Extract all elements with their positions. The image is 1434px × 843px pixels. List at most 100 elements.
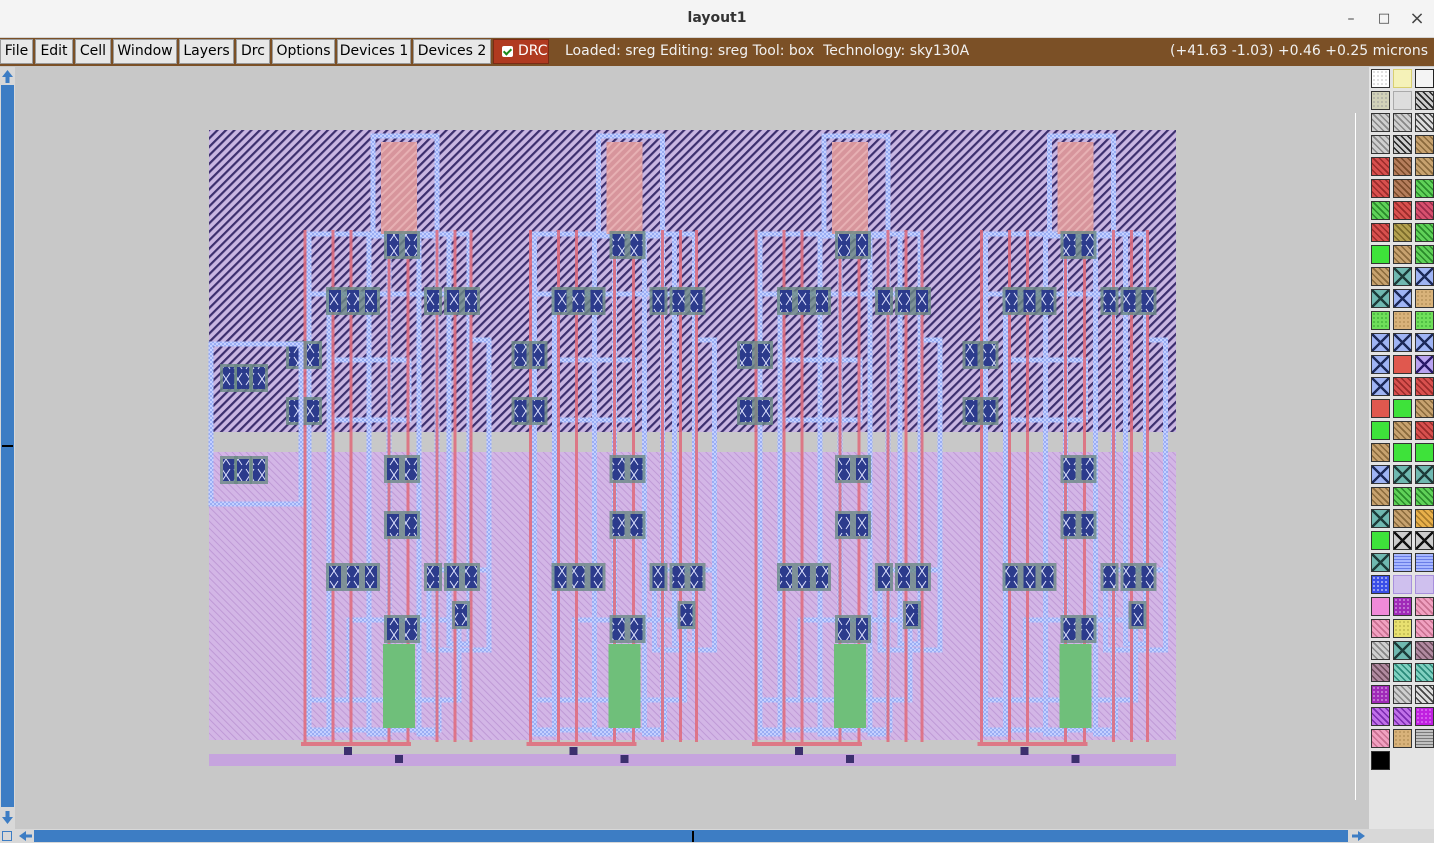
layer-swatch-red-diag[interactable] [1393,201,1412,220]
layer-swatch-green-diag[interactable] [1415,487,1434,506]
layer-swatch-green-dots[interactable] [1371,311,1390,330]
layer-swatch-tan-diag[interactable] [1415,135,1434,154]
layer-swatch-green-solid[interactable] [1393,399,1412,418]
layer-swatch-blue-x[interactable] [1415,333,1434,352]
layer-swatch-green-diag[interactable] [1393,487,1412,506]
layer-swatch-pink-diag[interactable] [1415,619,1434,638]
layer-swatch-gray-diag[interactable] [1371,113,1390,132]
layer-swatch-purple-diag[interactable] [1393,707,1412,726]
layer-swatch-tan-diag[interactable] [1415,399,1434,418]
layer-swatch-brown-diag[interactable] [1393,157,1412,176]
layer-swatch-red-solid[interactable] [1393,355,1412,374]
layer-swatch-teal-x[interactable] [1371,289,1390,308]
layer-swatch-teal-x[interactable] [1371,553,1390,572]
menu-cell[interactable]: Cell [75,39,111,64]
layer-swatch-tan-dots[interactable] [1415,289,1434,308]
layer-swatch-green-solid[interactable] [1371,421,1390,440]
layer-swatch-black-diag[interactable] [1415,91,1434,110]
menu-options[interactable]: Options [272,39,335,64]
layer-swatch-tan-diag[interactable] [1393,245,1412,264]
layer-swatch-tan-dots[interactable] [1393,729,1412,748]
layer-swatch-red-diag[interactable] [1415,377,1434,396]
layer-swatch-black-solid[interactable] [1371,751,1390,770]
layer-swatch-teal-diag[interactable] [1393,663,1412,682]
menu-window[interactable]: Window [113,39,177,64]
layer-swatch-teal-x[interactable] [1393,465,1412,484]
layer-swatch-black-x[interactable] [1415,531,1434,550]
layer-swatch-blue-stripe[interactable] [1415,553,1434,572]
layer-swatch-gray-diag[interactable] [1393,685,1412,704]
layer-swatch-olive-diag[interactable] [1393,223,1412,242]
horizontal-scrollbar[interactable] [0,829,1434,843]
layer-swatch-blue-check[interactable] [1371,575,1390,594]
menu-edit[interactable]: Edit [35,39,73,64]
layer-swatch-tan-diag[interactable] [1371,267,1390,286]
layer-swatch-yellow-dots[interactable] [1393,619,1412,638]
layer-swatch-tan-diag[interactable] [1371,487,1390,506]
layer-swatch-teal-x[interactable] [1393,267,1412,286]
close-button[interactable]: × [1406,8,1428,30]
layer-swatch-blue-x[interactable] [1371,333,1390,352]
layer-swatch-pink-diag[interactable] [1415,597,1434,616]
layer-swatch-black-outline[interactable] [1415,69,1434,88]
layer-swatch-gray-diag[interactable] [1371,135,1390,154]
layer-swatch-green-diag[interactable] [1371,201,1390,220]
layer-swatch-red-solid[interactable] [1371,399,1390,418]
layer-swatch-brown-diag[interactable] [1393,179,1412,198]
layer-swatch-lavender[interactable] [1415,575,1434,594]
layer-swatch-teal-diag[interactable] [1415,663,1434,682]
menu-layers[interactable]: Layers [179,39,234,64]
layer-swatch-red-diag[interactable] [1371,223,1390,242]
layer-swatch-tan-diag[interactable] [1393,421,1412,440]
vertical-scrollbar[interactable] [0,67,15,829]
scroll-left-arrow-icon[interactable] [16,829,34,843]
drc-toggle[interactable]: DRC [493,39,549,64]
layer-swatch-blue-x[interactable] [1415,267,1434,286]
layout-canvas[interactable] [16,67,1367,829]
layer-swatch-gray-diag[interactable] [1393,113,1412,132]
layer-swatch-teal-x[interactable] [1371,509,1390,528]
layer-swatch-tan-dots[interactable] [1393,311,1412,330]
layer-swatch-pink-diag[interactable] [1371,619,1390,638]
layer-swatch-gray-diag2[interactable] [1415,685,1434,704]
layer-swatch-gray-dots[interactable] [1371,91,1390,110]
layer-swatch-teal-x[interactable] [1415,465,1434,484]
scroll-right-arrow-icon[interactable] [1350,829,1368,843]
layer-swatch-red-diag[interactable] [1371,157,1390,176]
minimize-button[interactable]: – [1340,8,1362,30]
menu-file[interactable]: File [0,39,33,64]
layer-swatch-orange-diag[interactable] [1415,509,1434,528]
layer-swatch-magenta-diag[interactable] [1415,201,1434,220]
layer-swatch-mauve-diag[interactable] [1371,663,1390,682]
layer-swatch-black-x[interactable] [1393,531,1412,550]
layer-swatch-mauve-diag[interactable] [1415,641,1434,660]
layer-swatch-red-diag[interactable] [1415,421,1434,440]
maximize-button[interactable]: □ [1373,8,1395,30]
scroll-up-arrow-icon[interactable] [0,67,15,85]
layer-swatch-gray-light[interactable] [1393,91,1412,110]
layer-swatch-green-solid[interactable] [1415,443,1434,462]
layer-swatch-green-solid[interactable] [1371,531,1390,550]
layer-swatch-grid-white[interactable] [1371,69,1390,88]
layer-swatch-green-diag[interactable] [1415,245,1434,264]
layer-swatch-green-diag[interactable] [1415,223,1434,242]
menu-drc[interactable]: Drc [236,39,270,64]
layout-drawing[interactable] [16,67,1367,829]
layer-swatch-green-solid[interactable] [1393,443,1412,462]
layer-swatch-pink-solid[interactable] [1371,597,1390,616]
layer-swatch-purple-x[interactable] [1415,355,1434,374]
layer-swatch-blue-x[interactable] [1371,355,1390,374]
layer-swatch-blue-x[interactable] [1393,289,1412,308]
layer-swatch-gray-diag2[interactable] [1415,113,1434,132]
layer-swatch-tan-diag[interactable] [1393,509,1412,528]
menu-devices-1[interactable]: Devices 1 [337,39,411,64]
layer-swatch-purple-dots[interactable] [1393,597,1412,616]
layer-swatch-gray-stripe[interactable] [1415,729,1434,748]
layer-swatch-purple-dots[interactable] [1371,685,1390,704]
layer-swatch-teal-x[interactable] [1393,641,1412,660]
layer-swatch-tan-diag[interactable] [1371,443,1390,462]
scroll-down-arrow-icon[interactable] [0,809,15,827]
layer-swatch-lavender[interactable] [1393,575,1412,594]
layer-swatch-green-dots[interactable] [1415,311,1434,330]
layer-swatch-green-diag[interactable] [1415,179,1434,198]
